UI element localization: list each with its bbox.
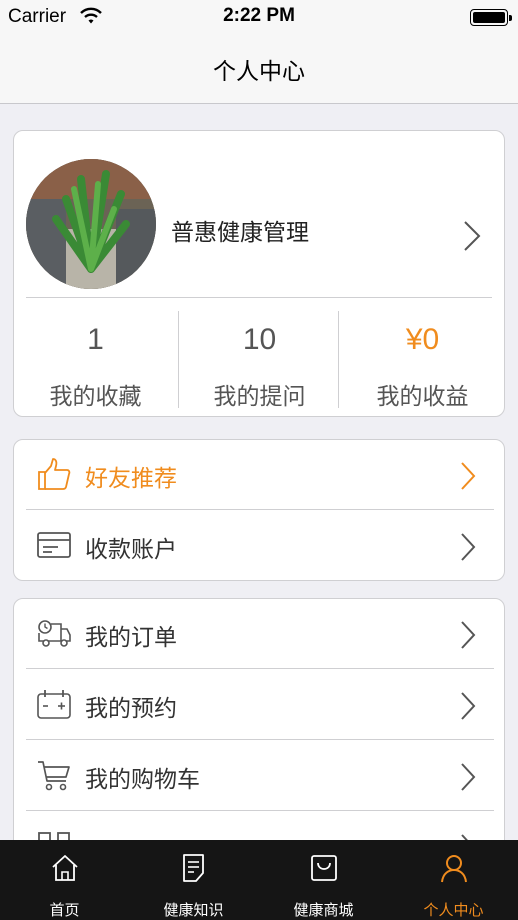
stat-value: ¥0	[405, 323, 440, 356]
page-title: 个人中心	[213, 59, 305, 85]
document-icon	[182, 854, 204, 882]
tab-bar: 首页 健康知识 健康商城 个人中心	[0, 840, 518, 920]
divider	[26, 297, 492, 298]
divider	[26, 739, 494, 740]
stat-label: 我的收益	[376, 384, 469, 410]
menu-item-my-appointments[interactable]: 我的预约	[14, 670, 504, 740]
bag-icon	[310, 855, 337, 881]
clock: 2:22 PM	[223, 5, 295, 26]
stat-label: 我的收藏	[49, 384, 142, 410]
stat-separator	[338, 311, 339, 408]
menu-group-orders: 我的订单 我的预约 我的购物车	[13, 598, 505, 858]
avatar-photo	[26, 159, 156, 289]
battery-icon	[470, 9, 512, 26]
menu-item-label: 收款账户	[85, 537, 177, 563]
tab-home[interactable]: 首页	[0, 840, 129, 920]
chevron-right-icon[interactable]	[462, 219, 482, 253]
tab-health-knowledge[interactable]: 健康知识	[129, 840, 258, 920]
person-icon	[440, 855, 467, 883]
chevron-right-icon	[461, 692, 476, 720]
stat-favorites[interactable]: 1 我的收藏	[14, 311, 177, 411]
divider	[26, 668, 494, 669]
divider	[26, 810, 494, 811]
status-bar: Carrier 2:22 PM	[0, 0, 518, 34]
delivery-truck-icon	[38, 620, 71, 647]
avatar[interactable]	[26, 159, 156, 289]
tab-label: 首页	[49, 901, 80, 919]
menu-item-payment-account[interactable]: 收款账户	[14, 511, 504, 580]
chevron-right-icon	[461, 621, 476, 649]
tab-label: 个人中心	[423, 901, 484, 919]
chevron-right-icon	[461, 763, 476, 791]
chevron-right-icon	[461, 533, 476, 561]
tab-health-mall[interactable]: 健康商城	[259, 840, 388, 920]
menu-item-label: 我的订单	[85, 625, 177, 651]
stat-questions[interactable]: 10 我的提问	[178, 311, 341, 411]
divider	[26, 509, 494, 510]
thumbs-up-icon	[38, 458, 71, 490]
stat-label: 我的提问	[213, 384, 306, 410]
menu-item-recommend-friends[interactable]: 好友推荐	[14, 440, 504, 510]
tab-label: 健康商城	[293, 901, 354, 919]
stat-value: 10	[242, 323, 277, 356]
profile-card: 普惠健康管理 1 我的收藏 10 我的提问 ¥0 我的收益	[13, 130, 505, 417]
menu-item-shopping-cart[interactable]: 我的购物车	[14, 741, 504, 811]
menu-group-referral: 好友推荐 收款账户	[13, 439, 505, 581]
home-icon	[51, 855, 78, 881]
cart-icon	[38, 761, 70, 791]
navigation-bar: 个人中心	[0, 34, 518, 104]
calendar-icon	[37, 690, 71, 719]
menu-item-label: 好友推荐	[85, 466, 177, 492]
menu-item-my-orders[interactable]: 我的订单	[14, 599, 504, 669]
tab-personal-center[interactable]: 个人中心	[389, 840, 518, 920]
stat-earnings[interactable]: ¥0 我的收益	[341, 311, 504, 411]
menu-item-label: 我的购物车	[85, 767, 200, 793]
card-icon	[37, 532, 71, 558]
tab-label: 健康知识	[163, 901, 224, 919]
stat-value: 1	[87, 323, 104, 356]
chevron-right-icon	[461, 462, 476, 490]
profile-name[interactable]: 普惠健康管理	[171, 213, 309, 247]
menu-item-label: 我的预约	[85, 696, 177, 722]
